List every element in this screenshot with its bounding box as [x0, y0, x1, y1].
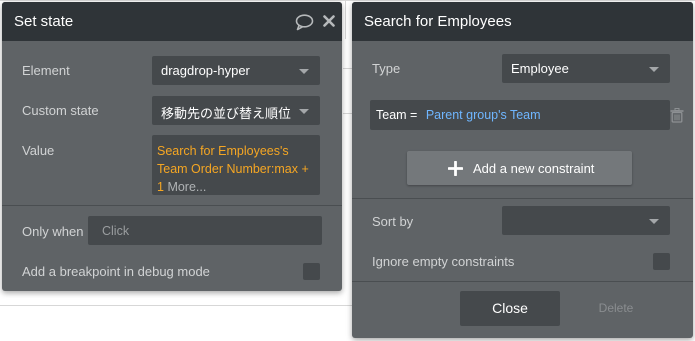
delete-button[interactable]: Delete — [588, 291, 644, 326]
breakpoint-label: Add a breakpoint in debug mode — [22, 264, 210, 279]
panel-title: Search for Employees — [364, 13, 512, 30]
only-when-label: Only when — [22, 224, 84, 239]
more-link[interactable]: More... — [167, 180, 206, 194]
chevron-down-icon — [649, 67, 659, 72]
delete-button-label: Delete — [598, 301, 634, 315]
close-button[interactable]: Close — [460, 291, 560, 326]
set-state-panel: Set state Element dragdrop-hyper Custom … — [2, 2, 342, 291]
ignore-empty-label: Ignore empty constraints — [372, 254, 515, 269]
trash-icon[interactable] — [670, 108, 684, 123]
constraint-value[interactable]: Parent group's Team — [426, 108, 541, 122]
custom-state-value: 移動先の並び替え順位 — [161, 106, 292, 121]
chevron-down-icon — [299, 69, 309, 74]
panel-header: Search for Employees — [352, 2, 693, 41]
panel-header: Set state — [2, 2, 342, 41]
section-divider — [352, 281, 693, 282]
custom-state-label: Custom state — [22, 103, 99, 118]
background-line — [345, 0, 346, 39]
value-expression-line: 1 — [157, 180, 164, 194]
close-icon[interactable] — [323, 15, 335, 27]
plus-icon — [448, 161, 463, 176]
section-divider — [2, 205, 342, 206]
element-dropdown[interactable]: dragdrop-hyper — [152, 56, 320, 85]
only-when-placeholder: Click — [102, 224, 130, 238]
type-dropdown[interactable]: Employee — [502, 54, 670, 83]
value-expression-line: Search for Employees's — [157, 144, 289, 158]
background-line — [0, 0, 695, 1]
close-button-label: Close — [492, 300, 528, 316]
constraint-field: Team = — [376, 108, 418, 122]
value-expression-editor[interactable]: Search for Employees's Team Order Number… — [152, 135, 320, 195]
ignore-empty-checkbox[interactable] — [653, 253, 670, 270]
type-label: Type — [372, 61, 401, 76]
only-when-input[interactable]: Click — [88, 216, 322, 245]
section-divider — [352, 198, 693, 199]
search-panel: Search for Employees Type Employee Team … — [352, 2, 693, 338]
element-label: Element — [22, 63, 70, 78]
add-constraint-label: Add a new constraint — [473, 161, 595, 176]
sort-by-label: Sort by — [372, 214, 414, 229]
comment-icon[interactable] — [295, 14, 314, 31]
chevron-down-icon — [299, 109, 309, 114]
type-value: Employee — [511, 61, 569, 76]
breakpoint-checkbox[interactable] — [303, 263, 320, 280]
sort-by-dropdown[interactable] — [502, 206, 670, 235]
element-value: dragdrop-hyper — [161, 63, 250, 78]
custom-state-dropdown[interactable]: 移動先の並び替え順位 — [152, 96, 320, 125]
chevron-down-icon — [649, 219, 659, 224]
value-expression-line: Team Order Number:max + — [157, 162, 309, 176]
add-constraint-button[interactable]: Add a new constraint — [407, 151, 632, 185]
background-line — [0, 305, 352, 306]
constraint-row[interactable]: Team = Parent group's Team — [370, 100, 670, 130]
value-label: Value — [22, 143, 55, 158]
panel-title: Set state — [14, 13, 74, 30]
